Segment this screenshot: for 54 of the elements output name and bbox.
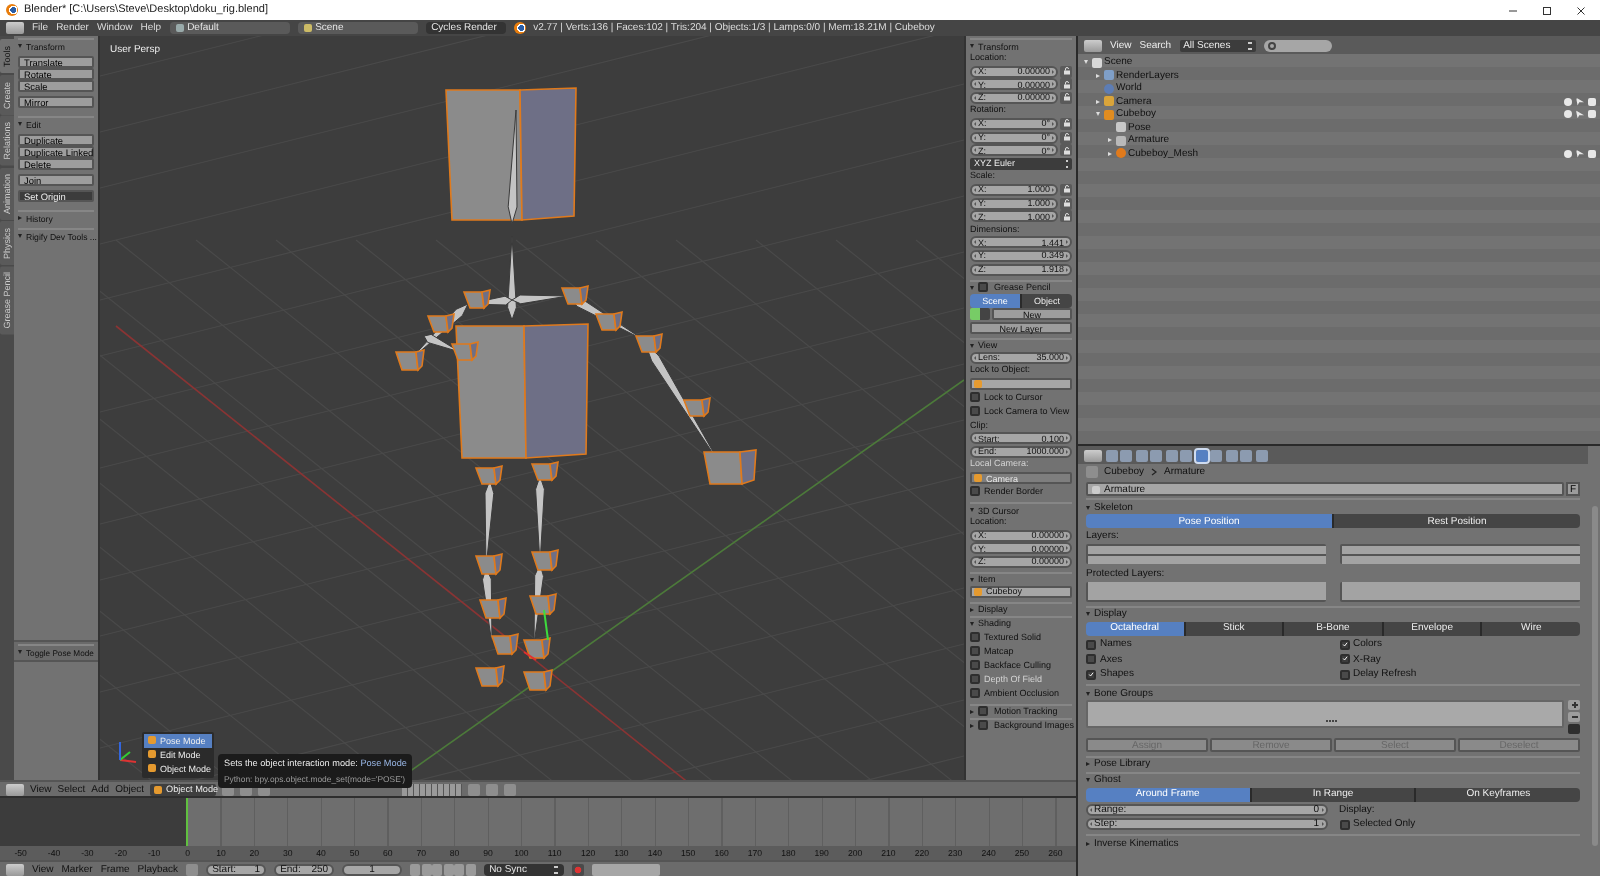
visibility-toggle-icon[interactable] — [1564, 149, 1572, 158]
editor-type-icon[interactable] — [1084, 449, 1102, 461]
checkbox[interactable] — [978, 706, 988, 717]
context-tab-icon[interactable] — [1105, 449, 1117, 461]
checkbox[interactable] — [1339, 654, 1349, 665]
visibility-toggle-icon[interactable] — [1564, 97, 1572, 106]
checkbox[interactable] — [1086, 639, 1096, 650]
list-menu-button[interactable] — [1568, 724, 1580, 735]
editor-type-icon[interactable] — [6, 863, 24, 875]
checkbox[interactable] — [970, 631, 980, 642]
blender-logo-icon — [6, 4, 18, 16]
context-tab-icon[interactable] — [1165, 449, 1177, 461]
editor-type-icon[interactable] — [1084, 39, 1102, 51]
checkbox[interactable] — [978, 720, 988, 731]
checkbox[interactable] — [978, 282, 988, 292]
layer-grid[interactable] — [1086, 581, 1326, 602]
layer-grid[interactable] — [1086, 544, 1326, 565]
add-button[interactable] — [1568, 700, 1580, 711]
render-toggle-icon[interactable] — [1588, 149, 1596, 158]
blender-logo-icon — [513, 22, 526, 34]
record-icon[interactable] — [571, 863, 584, 875]
layer-grid[interactable] — [1340, 581, 1580, 602]
checkbox[interactable] — [1339, 669, 1349, 680]
visibility-toggle-icon[interactable] — [1564, 110, 1572, 119]
keying-set-field[interactable] — [591, 863, 660, 875]
context-tab-icon[interactable] — [1210, 449, 1222, 461]
context-tab-icon[interactable] — [1255, 449, 1267, 461]
remove-button[interactable] — [1568, 712, 1580, 723]
context-tab-icon[interactable] — [1150, 449, 1162, 461]
context-tab-icon[interactable] — [1240, 449, 1252, 461]
context-tab-icon[interactable] — [1135, 449, 1147, 461]
selectability-toggle-icon[interactable] — [1576, 149, 1584, 158]
checkbox[interactable] — [1339, 639, 1349, 650]
object-field[interactable] — [970, 377, 1072, 390]
context-tab-icon[interactable] — [1225, 449, 1237, 461]
checkbox[interactable] — [970, 688, 980, 699]
bone-group-list[interactable] — [1086, 700, 1564, 729]
context-tab-icon[interactable] — [1180, 449, 1192, 461]
editor-type-icon[interactable] — [6, 783, 24, 795]
checkbox[interactable] — [970, 406, 980, 417]
layer-grid[interactable] — [1340, 544, 1580, 565]
editor-type-icon[interactable] — [6, 22, 24, 34]
search-field[interactable] — [1263, 39, 1332, 51]
context-tab-icon[interactable] — [1195, 449, 1207, 461]
checkbox[interactable] — [1086, 654, 1096, 665]
checkbox[interactable] — [970, 645, 980, 656]
checkbox[interactable] — [970, 486, 980, 497]
character-rig-drawing[interactable] — [394, 87, 757, 692]
layer-grid[interactable] — [402, 783, 463, 795]
checkbox[interactable] — [970, 659, 980, 670]
context-tab-icon[interactable] — [1120, 449, 1132, 461]
checkbox[interactable] — [1339, 819, 1349, 830]
checkbox[interactable] — [970, 392, 980, 403]
checkbox[interactable] — [1086, 669, 1096, 680]
